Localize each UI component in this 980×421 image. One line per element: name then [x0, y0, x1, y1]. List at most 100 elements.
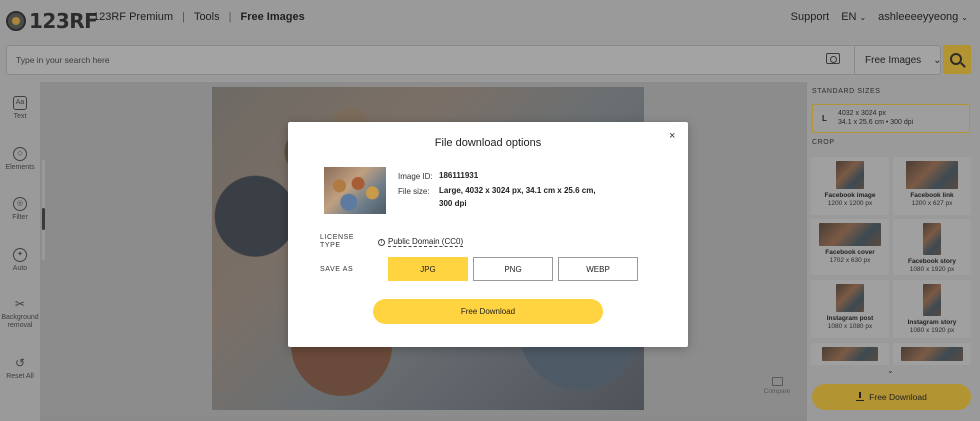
auto-icon: ✦	[13, 248, 27, 262]
tool-sidebar: Aa Text ◇ Elements ◎ Filter ✦ Auto ✂ Bac…	[0, 82, 40, 421]
size-detail: 34.1 x 25.6 cm • 300 dpi	[838, 119, 914, 126]
crop-thumbnail	[836, 161, 864, 189]
info-icon: i	[378, 238, 385, 246]
crop-more-2[interactable]	[893, 343, 971, 365]
chevron-down-icon: ⌄	[859, 13, 867, 22]
crop-size: 1702 x 630 px	[829, 257, 871, 264]
size-letter: L	[822, 114, 827, 123]
crop-size: 1080 x 1920 px	[909, 327, 955, 334]
crop-name: Facebook image	[824, 192, 876, 199]
user-menu[interactable]: ashleeeeyyeong ⌄	[878, 11, 968, 23]
sidebar-scrollbar[interactable]	[42, 160, 45, 260]
free-download-button[interactable]: Free Download	[373, 299, 603, 324]
crop-size: 1080 x 1920 px	[909, 266, 955, 273]
crop-facebook-cover[interactable]: Facebook cover 1702 x 630 px	[811, 219, 889, 275]
size-option-large[interactable]: L 4032 x 3024 px 34.1 x 25.6 cm • 300 dp…	[812, 104, 970, 133]
crop-thumbnail	[836, 284, 864, 312]
tool-reset-all[interactable]: ↺ Reset All	[0, 356, 40, 381]
crop-thumbnail	[923, 284, 941, 316]
search-bar: Free Images ⌄	[6, 45, 942, 75]
language-selector[interactable]: EN ⌄	[841, 11, 866, 23]
file-size-value-line2: 300 dpi	[439, 199, 467, 208]
crop-name: Instagram story	[907, 319, 957, 326]
image-id-label: Image ID:	[398, 172, 433, 181]
logo-text: 123RF	[29, 9, 98, 33]
panel-download-label: Free Download	[869, 392, 927, 402]
dialog-title: File download options	[434, 137, 542, 149]
compare-button[interactable]: Compare	[760, 377, 794, 395]
language-label: EN	[841, 11, 857, 23]
support-link[interactable]: Support	[791, 11, 830, 23]
format-jpg-button[interactable]: JPG	[388, 257, 468, 281]
tool-label: Filter	[12, 214, 28, 221]
nav-tools[interactable]: Tools	[194, 11, 220, 23]
search-row: Free Images ⌄	[0, 38, 980, 82]
crop-thumbnail	[819, 223, 881, 246]
crop-size: 1080 x 1080 px	[827, 323, 873, 330]
crop-more-1[interactable]	[811, 343, 889, 365]
logo-mark-icon	[6, 11, 26, 31]
scissors-icon: ✂	[14, 297, 26, 311]
crop-title: CROP	[812, 139, 835, 146]
header-nav: 123RF Premium | Tools | Free Images	[93, 11, 305, 23]
filter-icon: ◎	[13, 197, 27, 211]
logo[interactable]: 123RF	[6, 9, 98, 33]
search-input[interactable]	[7, 46, 807, 74]
file-size-value-line1: Large, 4032 x 3024 px, 34.1 cm x 25.6 cm…	[439, 186, 596, 195]
crop-grid: Facebook image 1200 x 1200 px Facebook l…	[807, 155, 980, 365]
nav-free-images[interactable]: Free Images	[240, 11, 304, 23]
camera-icon[interactable]	[826, 53, 840, 64]
tool-auto[interactable]: ✦ Auto	[0, 248, 40, 273]
crop-instagram-post[interactable]: Instagram post 1080 x 1080 px	[811, 280, 889, 338]
tool-filter[interactable]: ◎ Filter	[0, 197, 40, 222]
search-button[interactable]	[943, 45, 971, 74]
standard-sizes-title: STANDARD SIZES	[812, 88, 881, 95]
tool-label: Auto	[12, 265, 28, 272]
license-type-label: LICENSE TYPE	[320, 234, 354, 250]
download-options-dialog: × File download options Image ID: 186111…	[288, 122, 688, 347]
tool-elements[interactable]: ◇ Elements	[0, 147, 40, 172]
tool-text[interactable]: Aa Text	[0, 96, 40, 121]
image-thumbnail	[324, 167, 386, 214]
crop-name: Facebook link	[910, 192, 954, 199]
crop-thumbnail	[906, 161, 958, 189]
panel-free-download-button[interactable]: Free Download	[812, 384, 971, 410]
crop-name: Facebook story	[907, 258, 957, 265]
crop-instagram-story[interactable]: Instagram story 1080 x 1920 px	[893, 280, 971, 338]
crop-thumbnail	[822, 347, 878, 361]
license-label-line2: TYPE	[320, 242, 341, 249]
format-webp-button[interactable]: WEBP	[558, 257, 638, 281]
top-bar: 123RF 123RF Premium | Tools | Free Image…	[0, 0, 980, 38]
format-png-button[interactable]: PNG	[473, 257, 553, 281]
tool-label: Elements	[5, 164, 35, 171]
nav-separator: |	[228, 11, 232, 23]
nav-premium[interactable]: 123RF Premium	[93, 11, 173, 23]
tool-background-removal[interactable]: ✂ Background removal	[0, 297, 40, 330]
search-icon	[950, 52, 962, 65]
crop-facebook-link[interactable]: Facebook link 1200 x 627 px	[893, 157, 971, 215]
crop-name: Facebook cover	[825, 249, 875, 256]
text-icon: Aa	[13, 96, 27, 110]
size-panel: STANDARD SIZES L 4032 x 3024 px 34.1 x 2…	[807, 82, 980, 421]
image-id-value: 186111931	[439, 171, 479, 180]
license-label-line1: LICENSE	[320, 234, 355, 241]
tool-label: Background removal	[1, 314, 39, 329]
tool-label: Text	[13, 113, 27, 120]
compare-label: Compare	[763, 388, 791, 395]
shapes-icon: ◇	[13, 147, 27, 161]
license-value[interactable]: i Public Domain (CC0)	[378, 237, 464, 247]
size-dims: 4032 x 3024 px	[838, 110, 886, 117]
license-value-text: Public Domain (CC0)	[388, 237, 464, 247]
save-as-label: SAVE AS	[320, 266, 354, 273]
nav-separator: |	[182, 11, 185, 23]
file-size-label: File size:	[398, 187, 430, 196]
crop-size: 1200 x 1200 px	[827, 200, 873, 207]
crop-thumbnail	[923, 223, 941, 255]
crop-facebook-image[interactable]: Facebook image 1200 x 1200 px	[811, 157, 889, 215]
chevron-down-icon[interactable]: ⌄	[887, 366, 894, 375]
search-scope-dropdown[interactable]: Free Images ⌄	[854, 46, 948, 74]
crop-facebook-story[interactable]: Facebook story 1080 x 1920 px	[893, 219, 971, 275]
crop-thumbnail	[901, 347, 963, 361]
username: ashleeeeyyeong	[878, 11, 959, 23]
chevron-down-icon: ⌄	[961, 13, 968, 22]
